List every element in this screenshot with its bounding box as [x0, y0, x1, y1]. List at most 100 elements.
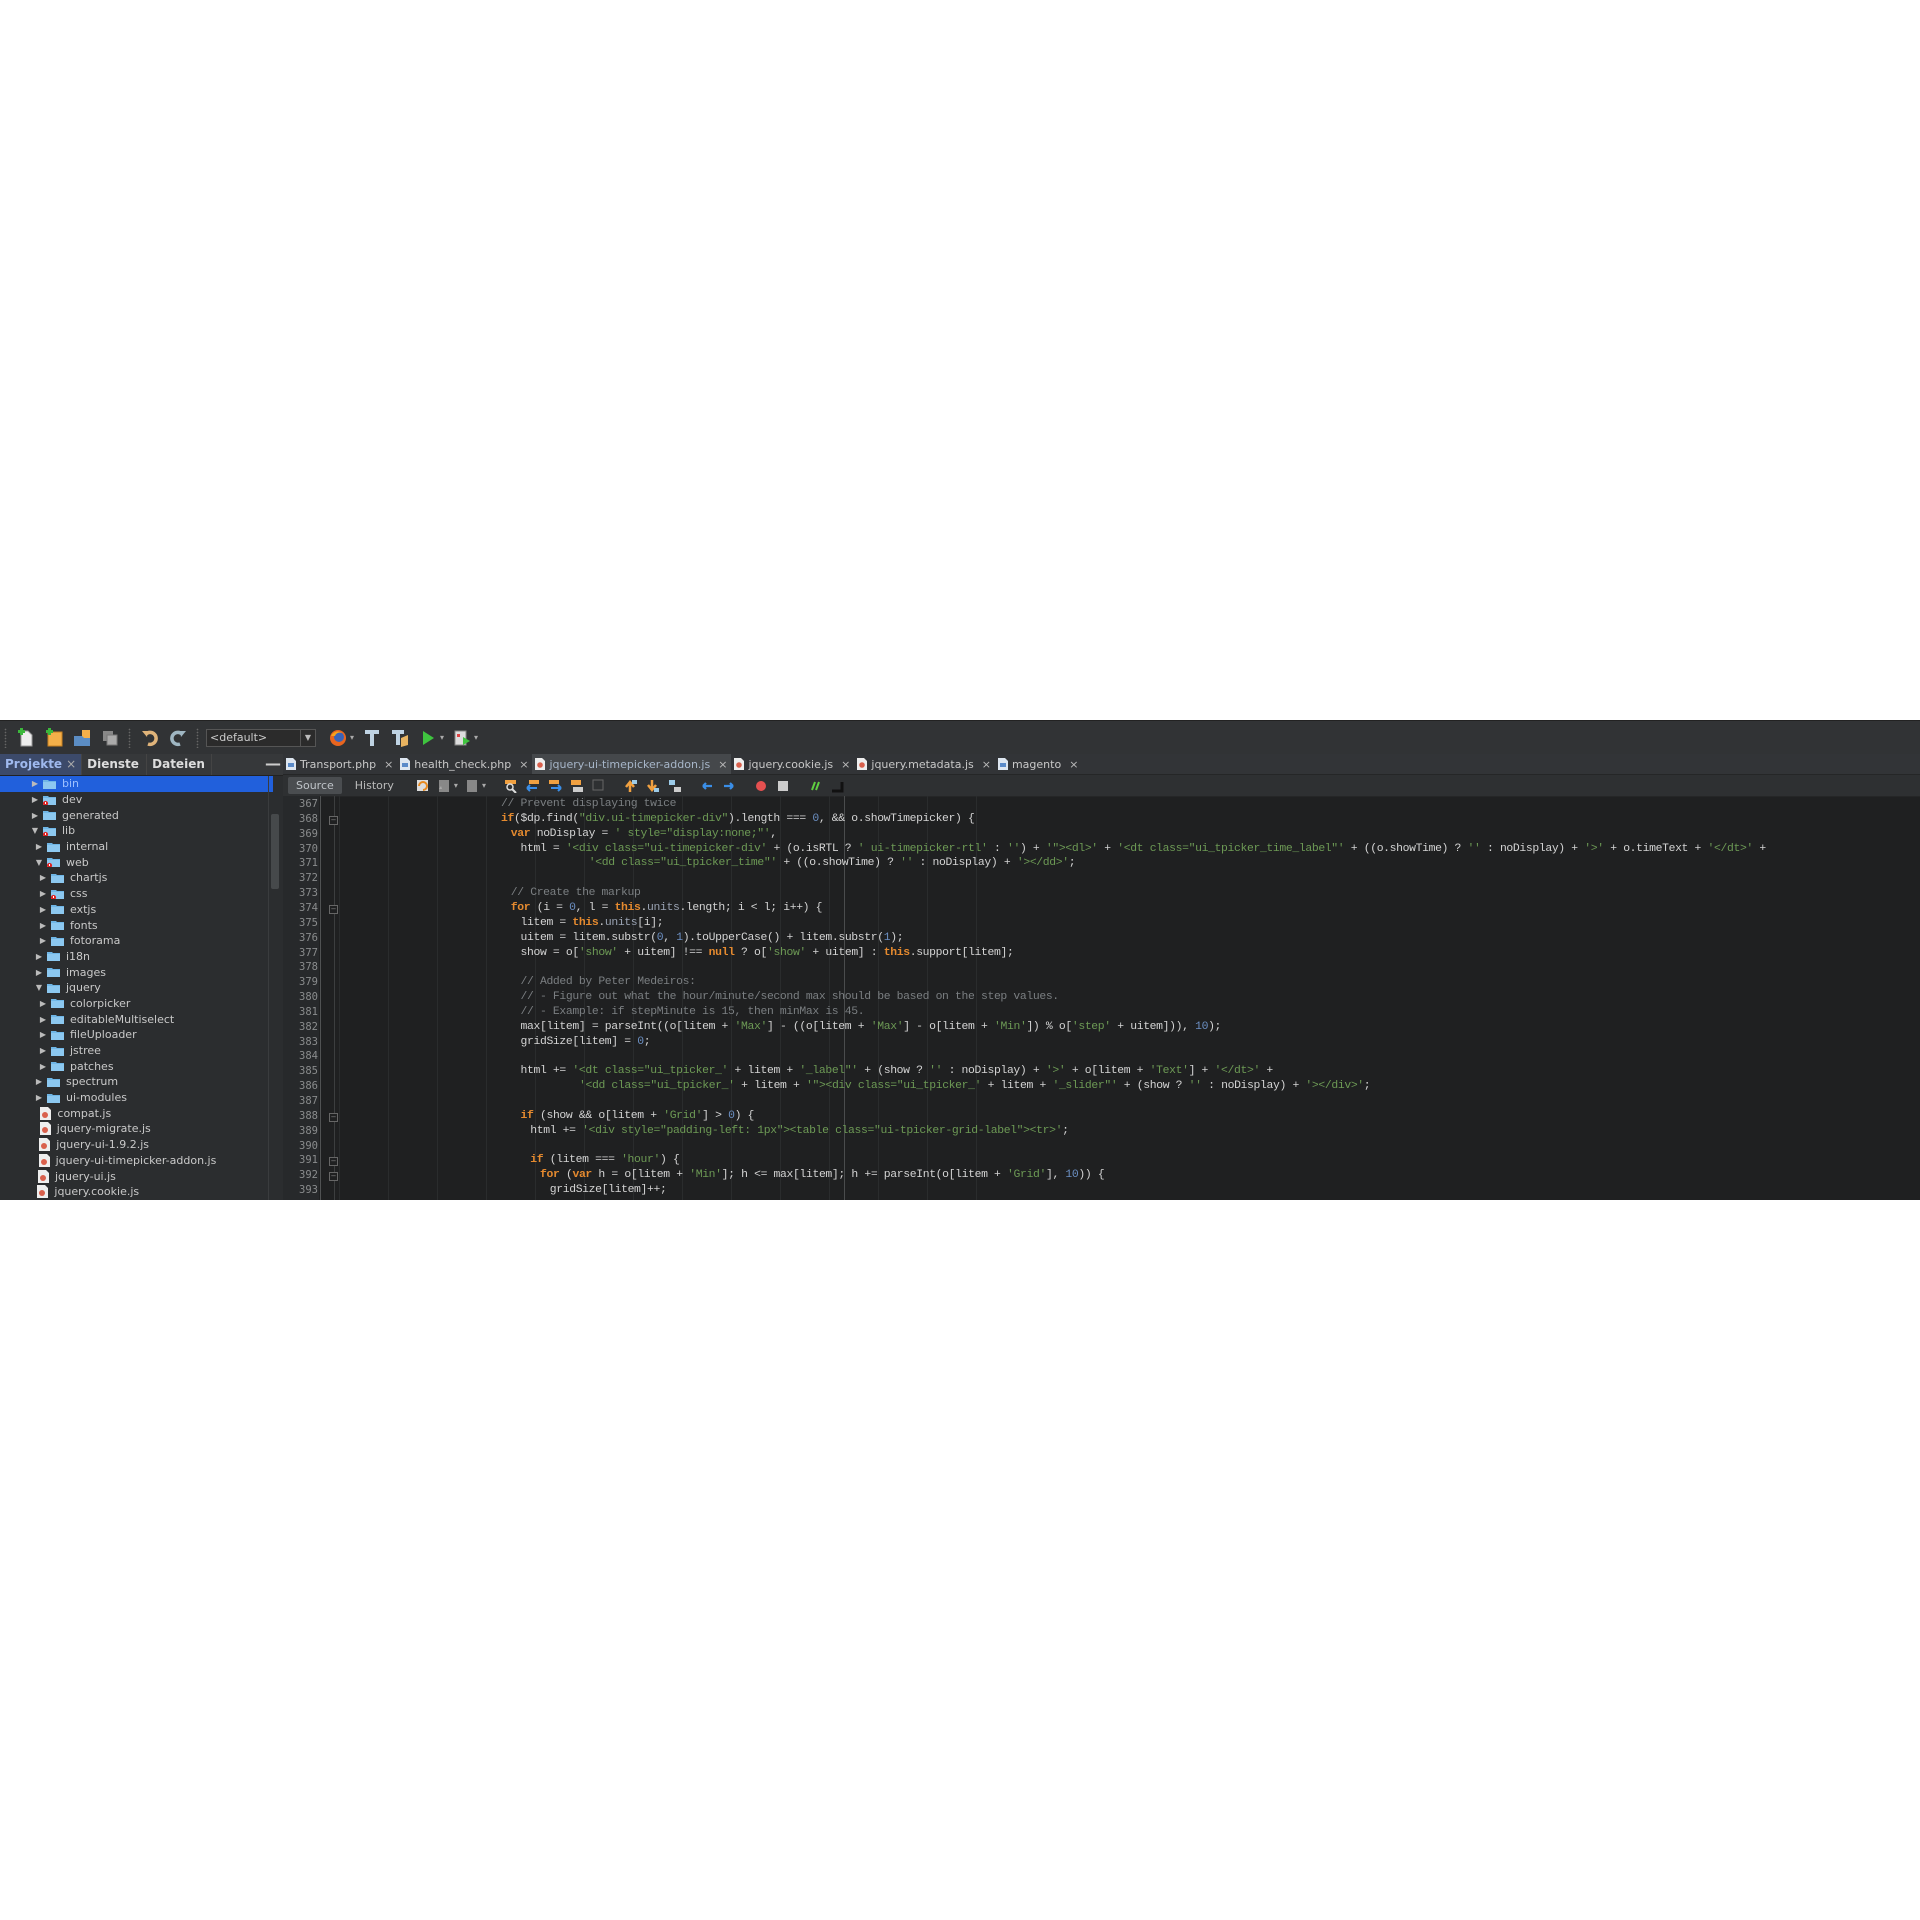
run-icon[interactable]: [417, 727, 439, 749]
close-tab-icon[interactable]: ×: [841, 758, 850, 771]
next-bookmark-icon[interactable]: [645, 778, 661, 794]
chevron-down-icon[interactable]: ▼: [300, 729, 315, 746]
collapse-arrow-icon[interactable]: ▼: [34, 858, 44, 867]
expand-arrow-icon[interactable]: ▶: [34, 952, 44, 961]
tab-dienste[interactable]: Dienste: [82, 754, 148, 775]
scrollbar-thumb[interactable]: [271, 814, 279, 889]
find-previous-icon[interactable]: [525, 778, 541, 794]
tree-folder-item[interactable]: ▶ spectrum: [0, 1074, 283, 1090]
expand-arrow-icon[interactable]: ▶: [38, 1062, 48, 1071]
stop-macro-icon[interactable]: [775, 778, 791, 794]
expand-arrow-icon[interactable]: ▶: [38, 1046, 48, 1055]
code-editor[interactable]: 367 368 369 370 371 372 373 374 375 376 377 378 379 3…: [283, 796, 1920, 1200]
tree-folder-item[interactable]: ▼ web: [0, 854, 283, 870]
open-project-icon[interactable]: [71, 727, 93, 749]
expand-arrow-icon[interactable]: ▶: [38, 936, 48, 945]
tree-folder-item[interactable]: ▶ extjs: [0, 902, 283, 918]
clean-build-icon[interactable]: [389, 727, 411, 749]
configuration-select[interactable]: <default> ▼: [206, 728, 316, 747]
close-tab-icon[interactable]: ×: [1069, 758, 1078, 771]
collapse-arrow-icon[interactable]: ▼: [30, 826, 40, 835]
collapse-arrow-icon[interactable]: ▼: [34, 983, 44, 992]
close-tab-icon[interactable]: ×: [718, 758, 727, 771]
tree-folder-item[interactable]: ▶ patches: [0, 1058, 283, 1074]
forward-dropdown-icon[interactable]: ▾: [482, 781, 486, 790]
editor-tab[interactable]: Transport.php ×: [283, 754, 397, 774]
tab-projekte[interactable]: Projekte ×: [0, 754, 83, 775]
toggle-bookmark-icon[interactable]: [667, 778, 683, 794]
expand-arrow-icon[interactable]: ▶: [38, 889, 48, 898]
expand-arrow-icon[interactable]: ▶: [30, 779, 40, 788]
editor-tab[interactable]: jquery.cookie.js ×: [731, 754, 854, 774]
expand-arrow-icon[interactable]: ▶: [30, 795, 40, 804]
source-view-button[interactable]: Source: [288, 777, 342, 794]
toggle-highlight-icon[interactable]: [569, 778, 585, 794]
tree-file-item[interactable]: compat.js: [0, 1105, 283, 1121]
expand-arrow-icon[interactable]: ▶: [38, 921, 48, 930]
tree-folder-item[interactable]: ▶ ui-modules: [0, 1090, 283, 1106]
fold-toggle-icon[interactable]: −: [329, 1172, 338, 1182]
build-icon[interactable]: [361, 727, 383, 749]
editor-tab[interactable]: health_check.php ×: [397, 754, 532, 774]
tree-folder-item[interactable]: ▶ fotorama: [0, 933, 283, 949]
tree-folder-item[interactable]: ▶ bin: [0, 776, 273, 792]
toolbar-grip[interactable]: [4, 727, 7, 748]
close-tab-icon[interactable]: ×: [519, 758, 528, 771]
tree-folder-item[interactable]: ▶ fileUploader: [0, 1027, 283, 1043]
back-dropdown-icon[interactable]: ▾: [454, 781, 458, 790]
tree-folder-item[interactable]: ▶ jstree: [0, 1043, 283, 1059]
expand-arrow-icon[interactable]: ▶: [34, 968, 44, 977]
last-edit-icon[interactable]: [415, 778, 431, 794]
expand-arrow-icon[interactable]: ▶: [38, 905, 48, 914]
editor-tab[interactable]: jquery.metadata.js ×: [854, 754, 995, 774]
back-icon[interactable]: [437, 778, 453, 794]
fold-toggle-icon[interactable]: −: [329, 1112, 338, 1122]
expand-arrow-icon[interactable]: ▶: [38, 1015, 48, 1024]
tree-folder-item[interactable]: ▼ lib: [0, 823, 283, 839]
run-dropdown-icon[interactable]: ▾: [440, 733, 444, 742]
editor-tab[interactable]: magento ×: [995, 754, 1082, 774]
tree-file-item[interactable]: jquery-ui-timepicker-addon.js: [0, 1153, 283, 1169]
debug-dropdown-icon[interactable]: ▾: [474, 733, 478, 742]
scrollbar-track[interactable]: [268, 776, 269, 1200]
close-tab-icon[interactable]: ×: [982, 758, 991, 771]
tree-file-item[interactable]: jquery-migrate.js: [0, 1121, 283, 1137]
tree-folder-item[interactable]: ▶ internal: [0, 839, 283, 855]
tree-file-item[interactable]: jquery.cookie.js: [0, 1184, 283, 1200]
expand-arrow-icon[interactable]: ▶: [38, 873, 48, 882]
tree-folder-item[interactable]: ▶ colorpicker: [0, 996, 283, 1012]
undo-icon[interactable]: [139, 727, 161, 749]
close-tab-icon[interactable]: ×: [384, 758, 393, 771]
debug-icon[interactable]: [451, 727, 473, 749]
tab-dateien[interactable]: Dateien: [147, 754, 213, 775]
redo-icon[interactable]: [167, 727, 189, 749]
tree-folder-item[interactable]: ▶ generated: [0, 807, 283, 823]
expand-arrow-icon[interactable]: ▶: [30, 811, 40, 820]
expand-arrow-icon[interactable]: ▶: [34, 1077, 44, 1086]
tree-folder-item[interactable]: ▶ i18n: [0, 949, 283, 965]
minimize-panel-button[interactable]: —: [263, 754, 283, 775]
tree-folder-item[interactable]: ▶ images: [0, 964, 283, 980]
previous-bookmark-icon[interactable]: [623, 778, 639, 794]
tree-folder-item[interactable]: ▶ css: [0, 886, 283, 902]
comment-icon[interactable]: [807, 778, 823, 794]
editor-tab[interactable]: jquery-ui-timepicker-addon.js ×: [532, 754, 732, 774]
expand-arrow-icon[interactable]: ▶: [38, 999, 48, 1008]
fold-toggle-icon[interactable]: −: [329, 815, 338, 825]
firefox-dropdown-icon[interactable]: ▾: [350, 733, 354, 742]
tree-folder-item[interactable]: ▶ fonts: [0, 917, 283, 933]
shift-left-icon[interactable]: [699, 778, 715, 794]
expand-arrow-icon[interactable]: ▶: [34, 1093, 44, 1102]
tree-folder-item[interactable]: ▶ chartjs: [0, 870, 283, 886]
tree-folder-item[interactable]: ▶ dev: [0, 792, 283, 808]
expand-arrow-icon[interactable]: ▶: [38, 1030, 48, 1039]
close-project-icon[interactable]: [99, 727, 121, 749]
close-icon[interactable]: ×: [66, 757, 76, 771]
find-next-icon[interactable]: [547, 778, 563, 794]
start-macro-icon[interactable]: [753, 778, 769, 794]
tree-file-item[interactable]: jquery-ui.js: [0, 1168, 283, 1184]
uncomment-icon[interactable]: [829, 778, 845, 794]
tree-folder-item[interactable]: ▼ jquery: [0, 980, 283, 996]
toggle-rect-selection-icon[interactable]: [591, 778, 607, 794]
firefox-icon[interactable]: [327, 727, 349, 749]
